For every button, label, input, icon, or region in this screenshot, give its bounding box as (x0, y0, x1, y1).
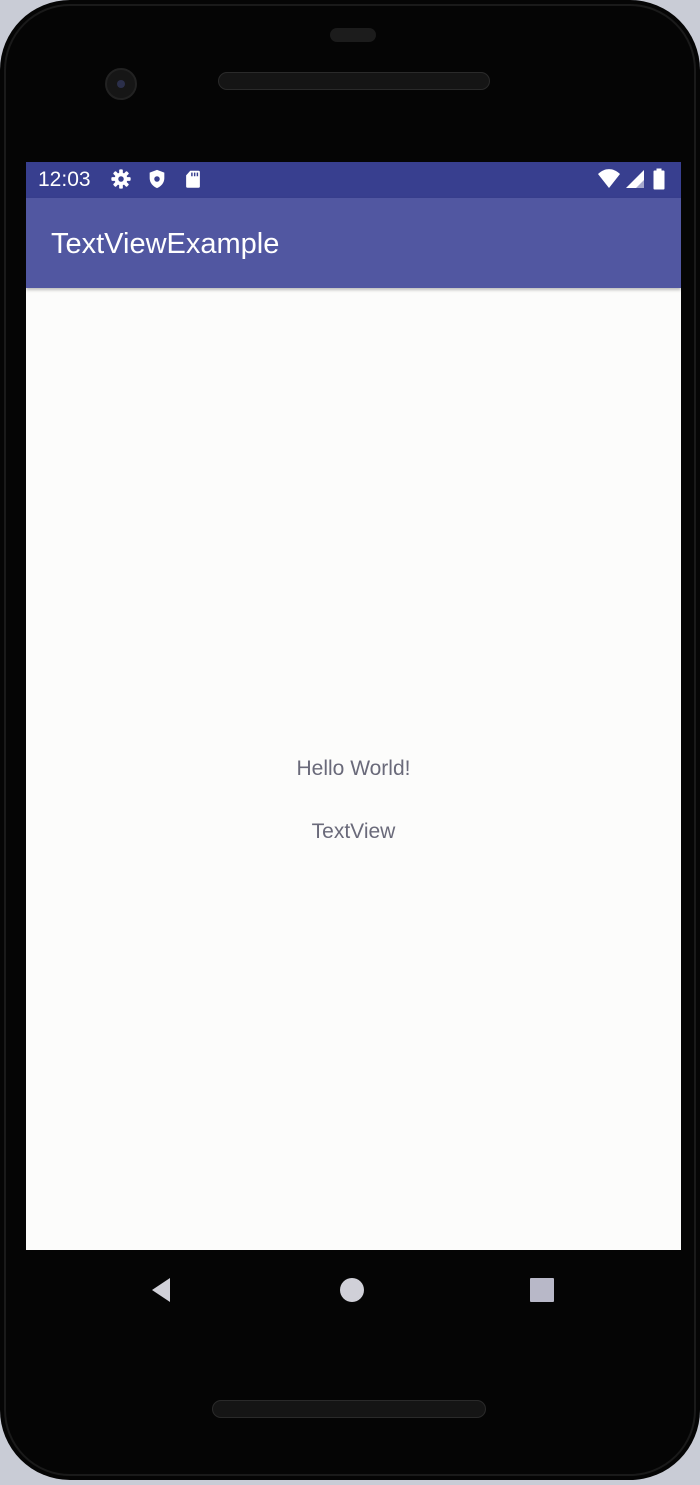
app-title: TextViewExample (51, 228, 280, 260)
phone-frame: 12:03 TextViewExample Hello World! TextV… (0, 0, 700, 1480)
top-speaker-grille (218, 72, 490, 90)
signal-icon (624, 168, 646, 190)
gear-icon (110, 168, 132, 190)
hello-world-text: Hello World! (296, 757, 411, 780)
sd-card-icon (182, 168, 204, 190)
textview-text: TextView (311, 820, 396, 843)
top-earpiece (330, 28, 376, 42)
status-bar: 12:03 (26, 162, 681, 198)
front-camera (105, 68, 137, 100)
recents-icon[interactable] (524, 1272, 560, 1308)
device-screen: 12:03 TextViewExample Hello World! TextV… (26, 162, 681, 1250)
battery-icon (652, 168, 666, 190)
navigation-bar (26, 1250, 681, 1330)
app-bar: TextViewExample (26, 198, 681, 288)
shield-icon (146, 168, 168, 190)
back-icon[interactable] (144, 1272, 180, 1308)
wifi-icon (597, 168, 621, 190)
home-icon[interactable] (334, 1272, 370, 1308)
bottom-speaker-grille (212, 1400, 486, 1418)
status-time: 12:03 (38, 168, 91, 191)
